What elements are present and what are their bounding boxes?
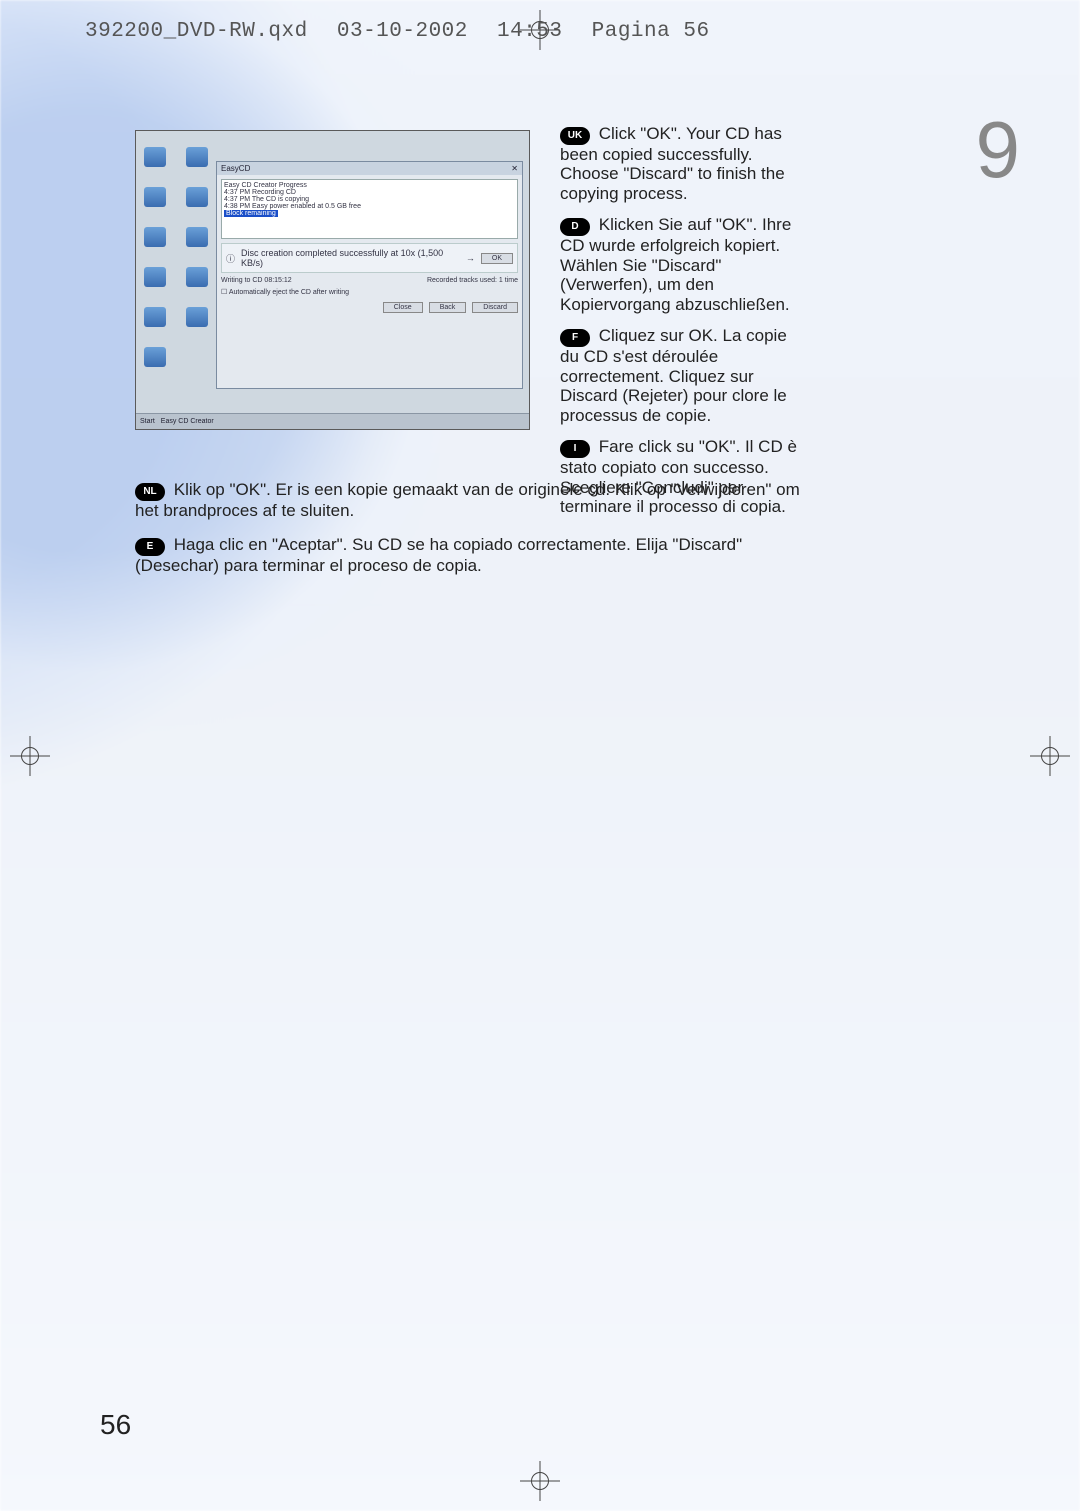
list-item: 4:37 PM Recording CD <box>224 189 515 196</box>
instruction-d: D Klicken Sie auf "OK". Ihre CD wurde er… <box>560 215 810 314</box>
desktop-icon <box>140 293 170 329</box>
registration-mark-bottom <box>520 1461 560 1501</box>
desktop-icon <box>182 173 212 209</box>
lang-badge-i: I <box>560 440 590 458</box>
lang-badge-e: E <box>135 538 165 556</box>
app-window: EasyCD ✕ Easy CD Creator Progress 4:37 P… <box>216 161 523 389</box>
instruction-d-text: Klicken Sie auf "OK". Ihre CD wurde erfo… <box>560 215 791 313</box>
prepress-date: 03-10-2002 <box>337 20 468 43</box>
step-number: 9 <box>976 110 1021 190</box>
desktop-icon <box>140 133 170 169</box>
window-titlebar: EasyCD ✕ <box>217 162 522 175</box>
list-item: 4:38 PM Easy power enabled at 0.5 GB fre… <box>224 203 515 210</box>
start-button[interactable]: Start <box>140 418 155 425</box>
lang-badge-f: F <box>560 329 590 347</box>
prepress-time: 14:53 <box>497 20 563 43</box>
discard-button[interactable]: Discard <box>472 302 518 313</box>
window-title: EasyCD <box>221 164 250 173</box>
desktop-icons <box>140 133 220 369</box>
log-list: Easy CD Creator Progress 4:37 PM Recordi… <box>221 179 518 239</box>
progress-text: Disc creation completed successfully at … <box>241 248 460 268</box>
desktop-icon <box>140 213 170 249</box>
checkbox-label: Automatically eject the CD after writing <box>229 289 349 296</box>
instruction-f-text: Cliquez sur OK. La copie du CD s'est dér… <box>560 326 787 424</box>
close-icon[interactable]: ✕ <box>511 164 518 173</box>
registration-mark-right <box>1030 736 1070 776</box>
page-number: 56 <box>100 1409 131 1441</box>
list-item-selected: Block remaining <box>224 210 278 217</box>
instruction-nl: NL Klik op "OK". Er is een kopie gemaakt… <box>135 480 815 521</box>
taskbar-app: Easy CD Creator <box>161 418 214 425</box>
close-button[interactable]: Close <box>383 302 423 313</box>
prepress-filename: 392200_DVD-RW.qxd <box>85 20 308 43</box>
instruction-f: F Cliquez sur OK. La copie du CD s'est d… <box>560 326 810 425</box>
ok-button[interactable]: OK <box>481 253 513 264</box>
taskbar: Start Easy CD Creator <box>136 413 529 429</box>
desktop-icon <box>182 133 212 169</box>
checkbox-icon[interactable]: ☐ <box>221 289 227 296</box>
desktop-icon <box>182 293 212 329</box>
desktop-icon <box>140 253 170 289</box>
arrow-right-icon: → <box>466 253 475 263</box>
desktop-icon <box>140 333 170 369</box>
progress-row: ⓘ Disc creation completed successfully a… <box>221 243 518 273</box>
instructions-right-column: UK Click "OK". Your CD has been copied s… <box>560 124 810 529</box>
instruction-nl-text: Klik op "OK". Er is een kopie gemaakt va… <box>135 480 800 520</box>
status-left: Writing to CD 08:15:12 <box>221 277 292 284</box>
embedded-screenshot: EasyCD ✕ Easy CD Creator Progress 4:37 P… <box>135 130 530 430</box>
instruction-uk: UK Click "OK". Your CD has been copied s… <box>560 124 810 203</box>
list-item: 4:37 PM The CD is copying <box>224 196 515 203</box>
lang-badge-uk: UK <box>560 127 590 145</box>
desktop-icon <box>182 253 212 289</box>
info-icon: ⓘ <box>226 252 235 265</box>
instruction-e: E Haga clic en "Aceptar". Su CD se ha co… <box>135 535 815 576</box>
prepress-header: 392200_DVD-RW.qxd 03-10-2002 14:53 Pagin… <box>85 20 726 43</box>
registration-mark-left <box>10 736 50 776</box>
back-button[interactable]: Back <box>429 302 467 313</box>
instructions-bottom: NL Klik op "OK". Er is een kopie gemaakt… <box>135 480 815 590</box>
lang-badge-nl: NL <box>135 483 165 501</box>
instruction-uk-text: Click "OK". Your CD has been copied succ… <box>560 124 785 203</box>
prepress-page: Pagina 56 <box>592 20 710 43</box>
status-right: Recorded tracks used: 1 time <box>427 277 518 284</box>
list-item: Easy CD Creator Progress <box>224 182 515 189</box>
desktop-icon <box>140 173 170 209</box>
lang-badge-d: D <box>560 218 590 236</box>
desktop-icon <box>182 213 212 249</box>
instruction-e-text: Haga clic en "Aceptar". Su CD se ha copi… <box>135 535 742 575</box>
